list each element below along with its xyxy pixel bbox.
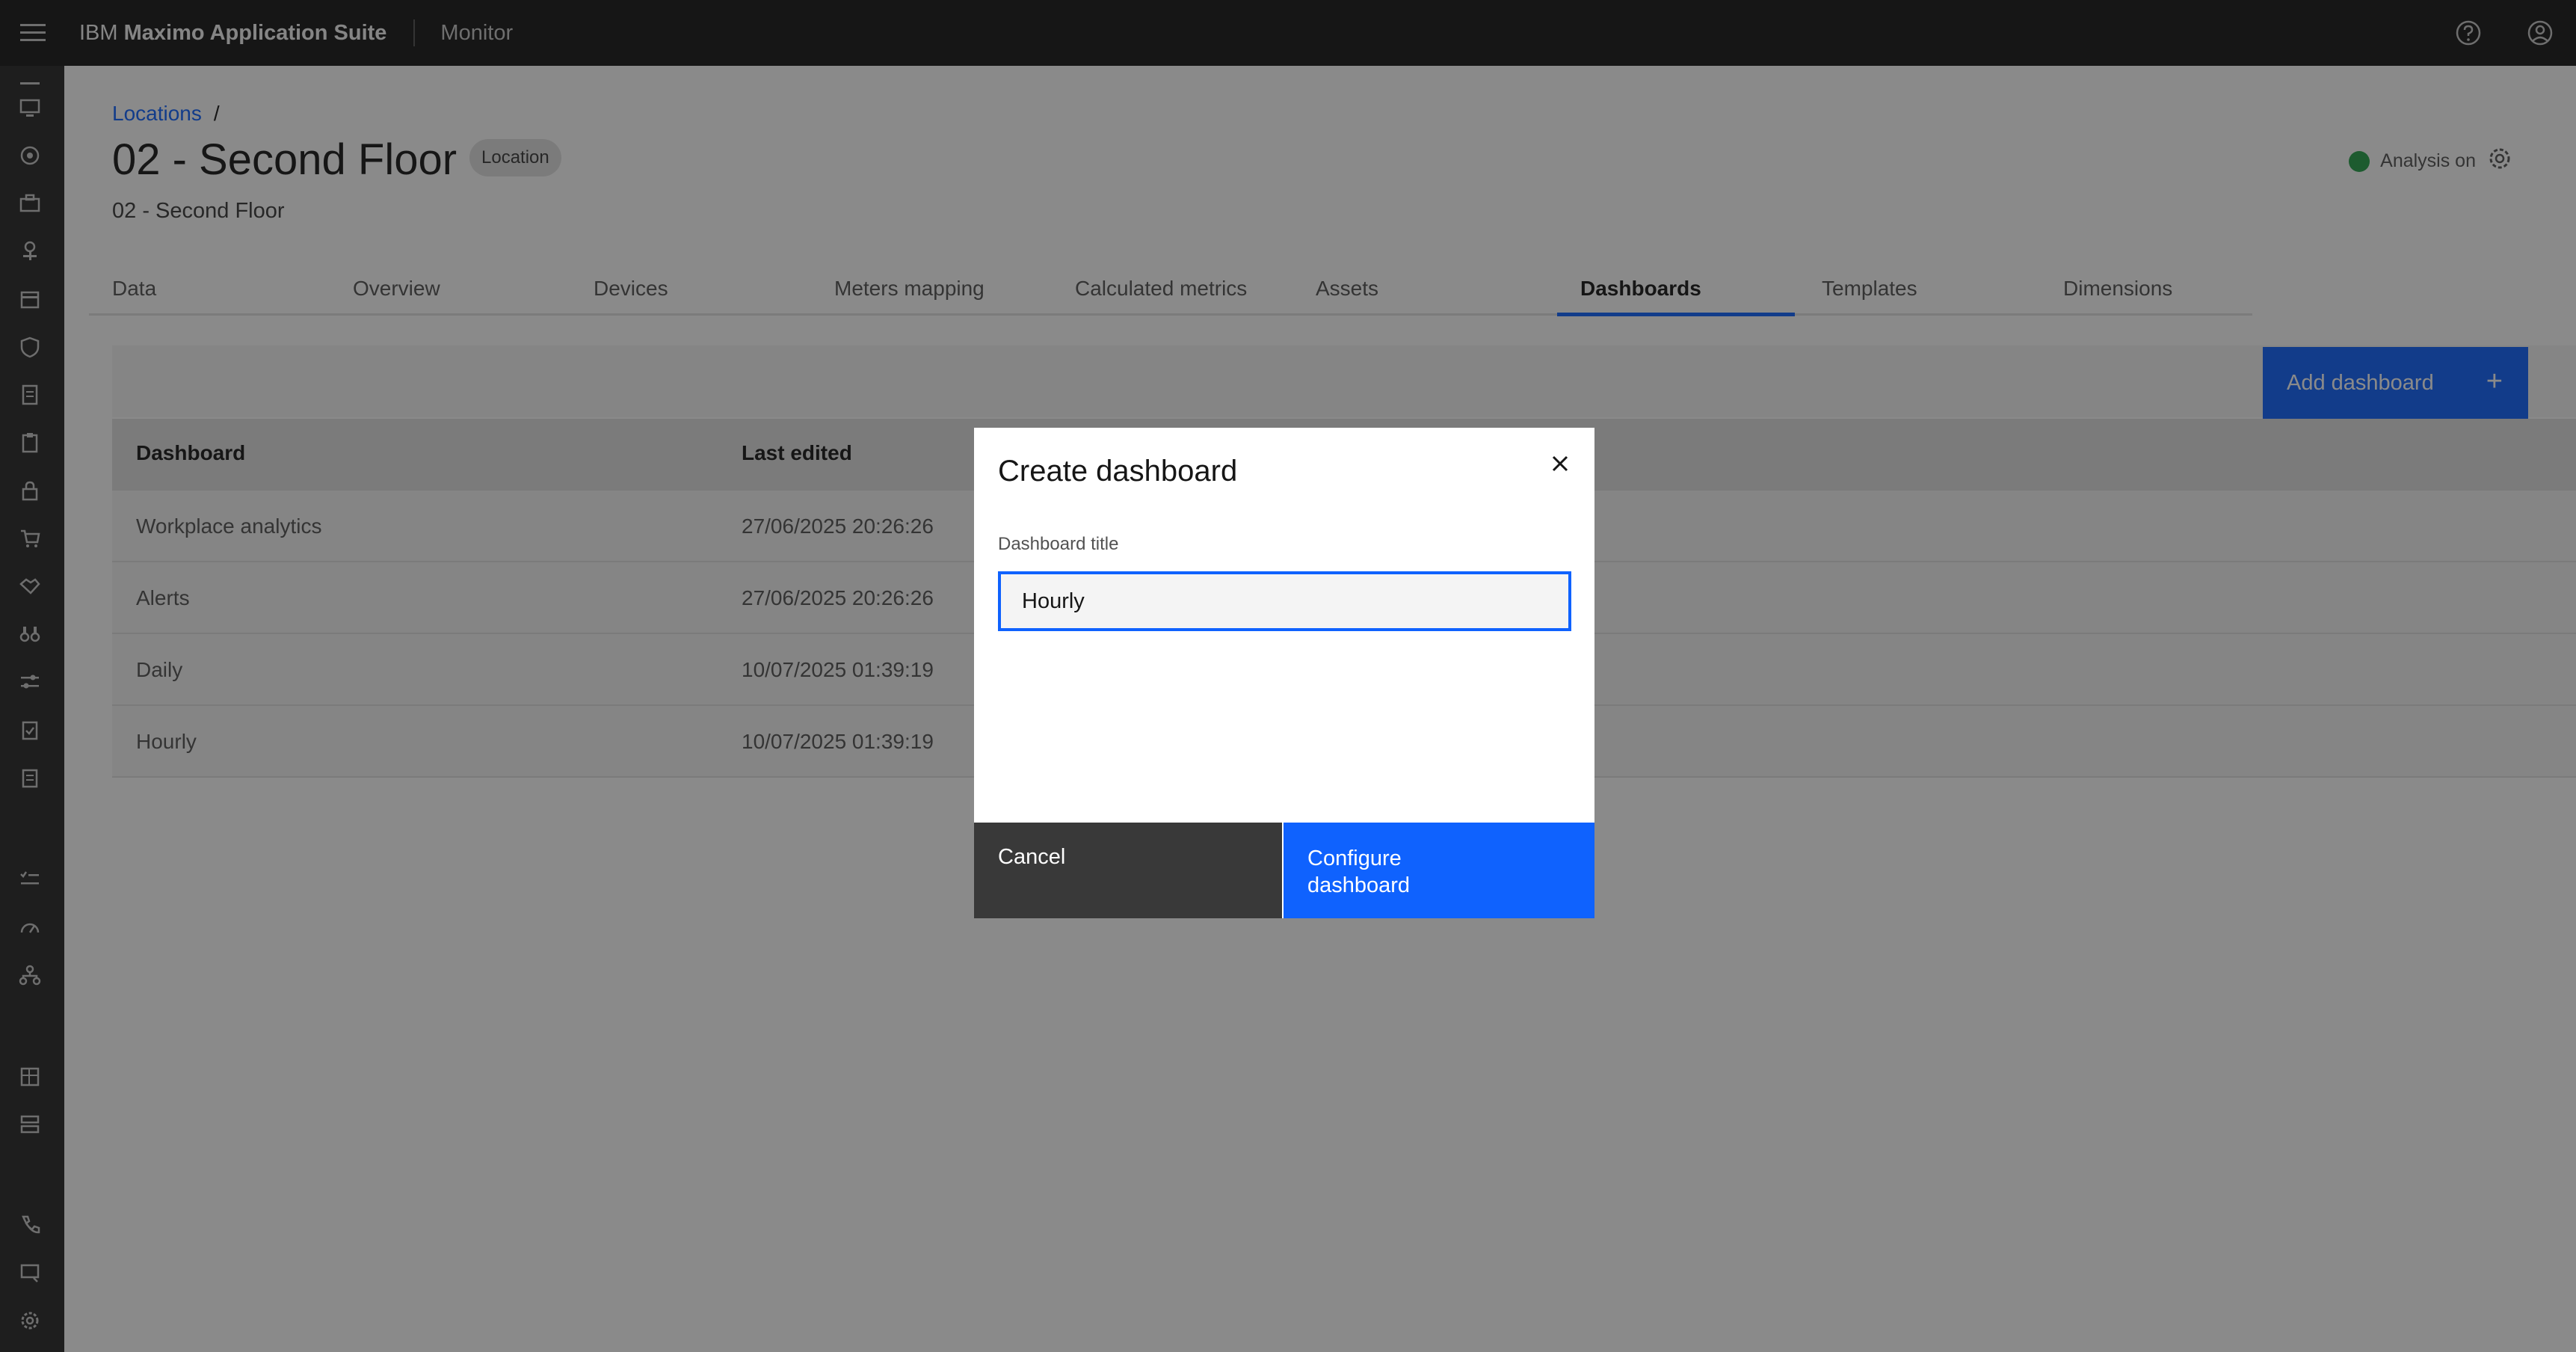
cancel-button[interactable]: Cancel bbox=[974, 823, 1282, 918]
close-icon[interactable] bbox=[1542, 446, 1578, 482]
create-dashboard-modal: Create dashboard Dashboard title Cancel … bbox=[974, 428, 1594, 918]
dashboard-title-label: Dashboard title bbox=[998, 534, 1119, 554]
modal-title: Create dashboard bbox=[998, 455, 1238, 488]
dashboard-title-input[interactable] bbox=[998, 571, 1571, 631]
configure-dashboard-button[interactable]: Configure dashboard bbox=[1284, 823, 1594, 918]
